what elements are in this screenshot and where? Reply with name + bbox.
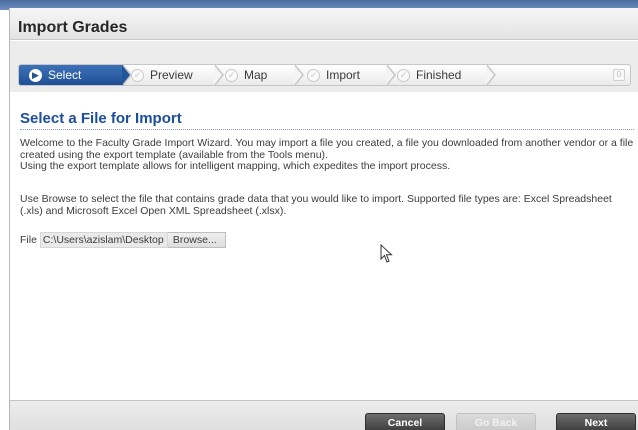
check-icon: ✓ xyxy=(397,68,410,82)
check-icon: ✓ xyxy=(225,68,238,82)
intro-line-2: Using the export template allows for int… xyxy=(20,160,451,172)
step-select[interactable]: ▶ Select xyxy=(19,65,132,85)
cancel-button[interactable]: Cancel xyxy=(365,413,445,430)
title-bar: Import Grades xyxy=(10,8,638,40)
step-separator xyxy=(294,65,304,85)
file-label: File xyxy=(20,234,37,246)
mouse-cursor-icon xyxy=(380,244,393,263)
file-path-field[interactable]: C:\Users\azislam\Desktop xyxy=(39,232,168,248)
check-icon: ✓ xyxy=(307,68,320,82)
section-heading: Select a File for Import xyxy=(20,110,182,127)
intro-line-1: Welcome to the Faculty Grade Import Wiza… xyxy=(20,137,634,161)
step-select-label: Select xyxy=(48,68,82,82)
check-icon: ✓ xyxy=(131,68,144,82)
step-finished-label: Finished xyxy=(416,68,462,82)
step-separator xyxy=(214,65,224,85)
intro-paragraph: Welcome to the Faculty Grade Import Wiza… xyxy=(20,137,634,173)
file-row: File C:\Users\azislam\Desktop Browse... xyxy=(20,232,226,248)
step-preview[interactable]: ✓ Preview xyxy=(131,65,224,85)
wizard-steps: ▶ Select ✓ Preview ✓ Map ✓ Import ✓ Fini… xyxy=(18,64,631,86)
window-title: Import Grades xyxy=(18,19,128,36)
heading-divider xyxy=(20,129,634,130)
footer-bar: Cancel Go Back Next xyxy=(10,400,638,430)
step-import-label: Import xyxy=(326,68,361,82)
step-count-badge: 0 xyxy=(613,69,625,81)
import-grades-window: Import Grades ▶ Select ✓ Preview ✓ Map ✓… xyxy=(9,8,638,430)
step-preview-label: Preview xyxy=(150,68,193,82)
play-icon: ▶ xyxy=(29,68,42,82)
browse-button[interactable]: Browse... xyxy=(167,232,226,248)
next-button[interactable]: Next xyxy=(556,413,636,430)
step-separator xyxy=(486,65,496,85)
step-import[interactable]: ✓ Import xyxy=(307,65,396,85)
step-map[interactable]: ✓ Map xyxy=(225,65,304,85)
step-finished[interactable]: ✓ Finished xyxy=(397,65,496,85)
go-back-button[interactable]: Go Back xyxy=(456,413,536,430)
step-map-label: Map xyxy=(244,68,268,82)
main-content: Select a File for Import Welcome to the … xyxy=(10,92,638,400)
browse-help-text: Use Browse to select the file that conta… xyxy=(20,193,612,217)
step-separator xyxy=(386,65,396,85)
